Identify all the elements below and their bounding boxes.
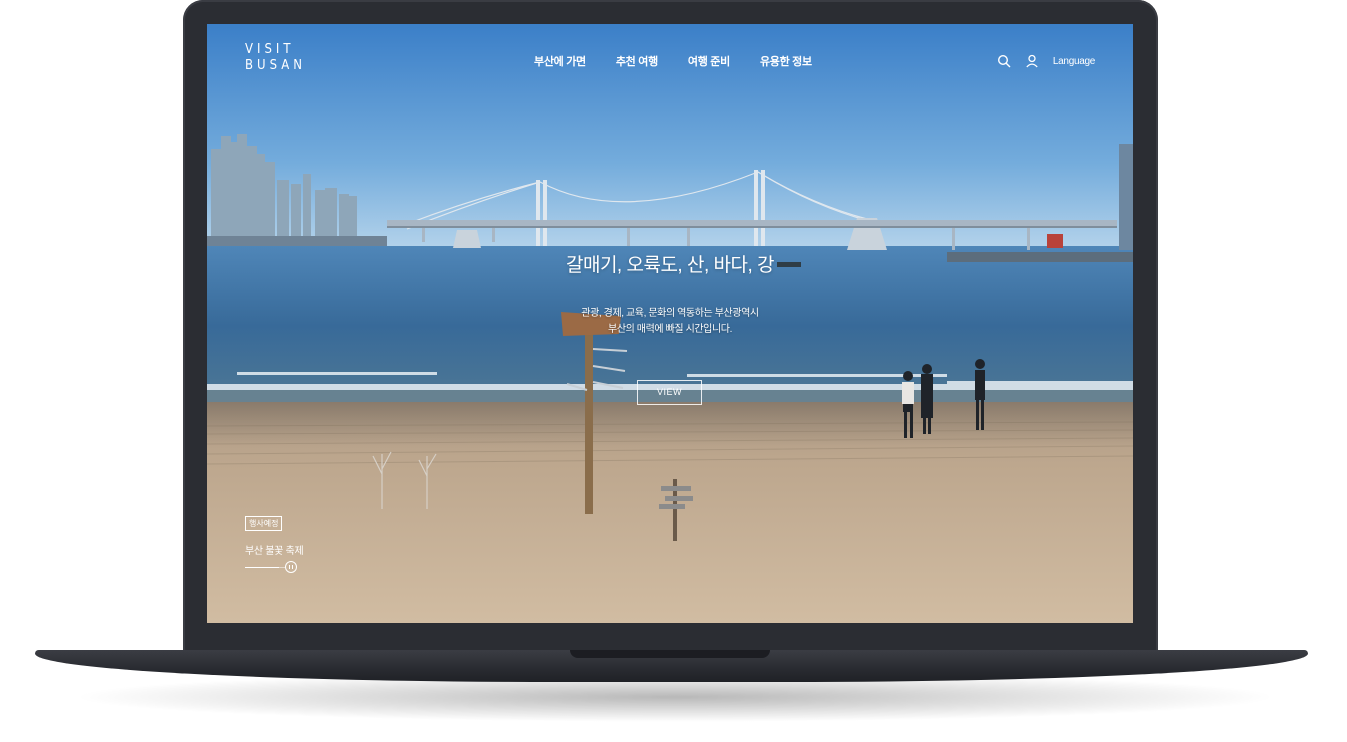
laptop-hinge-notch bbox=[570, 650, 770, 658]
laptop-screen: VISIT BUSAN 부산에 가면 추천 여행 여행 준비 유용한 정보 La… bbox=[207, 24, 1133, 623]
pause-icon[interactable] bbox=[285, 561, 297, 573]
view-button[interactable]: VIEW bbox=[637, 380, 702, 405]
hero-title: 갈매기, 오륙도, 산, 바다, 강 bbox=[565, 255, 775, 276]
site-header: VISIT BUSAN 부산에 가면 추천 여행 여행 준비 유용한 정보 La… bbox=[207, 24, 1133, 104]
main-navigation: 부산에 가면 추천 여행 여행 준비 유용한 정보 bbox=[534, 53, 812, 69]
nav-item-go-to-busan[interactable]: 부산에 가면 bbox=[534, 53, 586, 69]
slide-progress-fill bbox=[245, 567, 279, 568]
event-status-badge: 행사예정 bbox=[245, 516, 283, 531]
language-selector[interactable]: Language bbox=[1053, 56, 1095, 67]
search-icon[interactable] bbox=[997, 54, 1011, 68]
logo-line-busan: BUSAN bbox=[245, 58, 306, 73]
nav-item-travel-prep[interactable]: 여행 준비 bbox=[688, 53, 730, 69]
slide-progress-bar bbox=[245, 567, 285, 568]
visit-busan-logo[interactable]: VISIT BUSAN bbox=[245, 42, 306, 74]
user-icon[interactable] bbox=[1025, 54, 1039, 68]
hero-description-line-2: 부산의 매력에 빠질 시간입니다. bbox=[608, 324, 732, 335]
hero-description: 관광, 경제, 교육, 문화의 역동하는 부산광역시 부산의 매력에 빠질 시간… bbox=[207, 306, 1133, 338]
hero-description-line-1: 관광, 경제, 교육, 문화의 역동하는 부산광역시 bbox=[581, 308, 759, 319]
event-title[interactable]: 부산 불꽃 축제 bbox=[245, 542, 304, 557]
nav-item-useful-info[interactable]: 유용한 정보 bbox=[760, 53, 812, 69]
logo-line-visit: VISIT bbox=[245, 42, 295, 57]
nav-item-recommended-trips[interactable]: 추천 여행 bbox=[616, 53, 658, 69]
utility-menu: Language bbox=[997, 54, 1095, 68]
